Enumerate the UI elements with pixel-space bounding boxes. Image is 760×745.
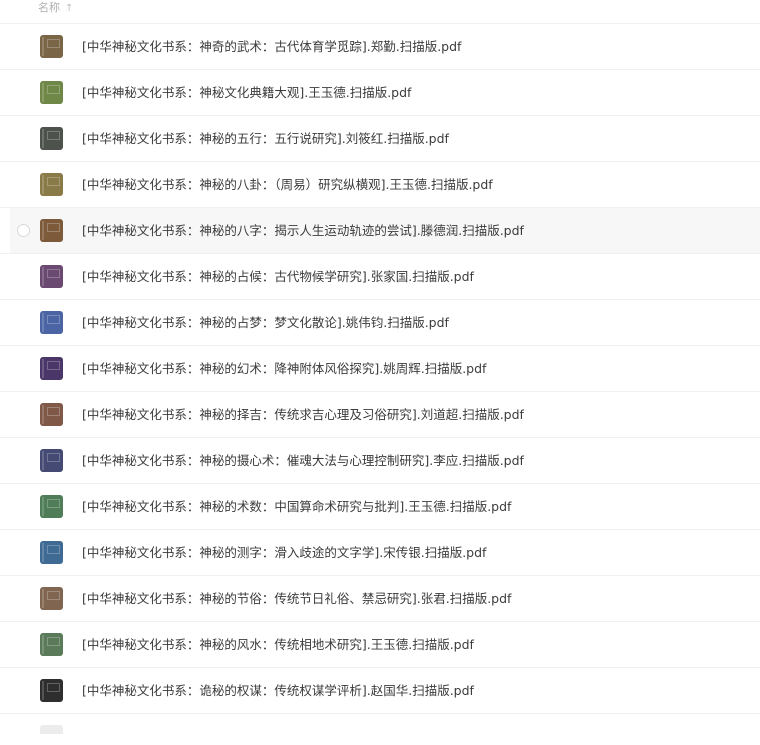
file-name[interactable]: [中华神秘文化书系：神秘的占梦：梦文化散论].姚伟钧.扫描版.pdf: [82, 315, 449, 331]
file-thumbnail-icon: [40, 725, 63, 734]
book-cover-thumbnail-icon: [40, 541, 63, 564]
file-row[interactable]: [中华神秘文化书系：神秘的八卦：（周易）研究纵横观].王玉德.扫描版.pdf: [0, 162, 760, 208]
file-row[interactable]: [中华神秘文化书系：神秘的术数：中国算命术研究与批判].王玉德.扫描版.pdf: [0, 484, 760, 530]
file-name[interactable]: [中华神秘文化书系：神奇的武术：古代体育学觅踪].郑勤.扫描版.pdf: [82, 39, 461, 55]
file-name[interactable]: [中华神秘文化书系：神秘的择吉：传统求吉心理及习俗研究].刘道超.扫描版.pdf: [82, 407, 524, 423]
file-name[interactable]: [中华神秘文化书系：诡秘的权谋：传统权谋学评析].赵国华.扫描版.pdf: [82, 683, 474, 699]
book-cover-thumbnail-icon: [40, 219, 63, 242]
book-cover-thumbnail-icon: [40, 265, 63, 288]
file-row[interactable]: [中华神秘文化书系：神秘的节俗：传统节日礼俗、禁忌研究].张君.扫描版.pdf: [0, 576, 760, 622]
file-name[interactable]: [中华神秘文化书系：神秘的风水：传统相地术研究].王玉德.扫描版.pdf: [82, 637, 474, 653]
file-row-partial[interactable]: [0, 714, 760, 734]
book-cover-thumbnail-icon: [40, 127, 63, 150]
book-cover-thumbnail-icon: [40, 403, 63, 426]
book-cover-thumbnail-icon: [40, 311, 63, 334]
book-cover-thumbnail-icon: [40, 679, 63, 702]
file-name[interactable]: [中华神秘文化书系：神秘文化典籍大观].王玉德.扫描版.pdf: [82, 85, 411, 101]
file-row[interactable]: [中华神秘文化书系：神秘的测字：滑入歧途的文字学].宋传银.扫描版.pdf: [0, 530, 760, 576]
select-checkbox[interactable]: [17, 224, 30, 237]
file-row[interactable]: [中华神秘文化书系：神秘的择吉：传统求吉心理及习俗研究].刘道超.扫描版.pdf: [0, 392, 760, 438]
file-name[interactable]: [中华神秘文化书系：神秘的术数：中国算命术研究与批判].王玉德.扫描版.pdf: [82, 499, 511, 515]
book-cover-thumbnail-icon: [40, 35, 63, 58]
file-row[interactable]: [中华神秘文化书系：神秘的八字：揭示人生运动轨迹的尝试].滕德润.扫描版.pdf: [0, 208, 760, 254]
file-row[interactable]: [中华神秘文化书系：神秘的五行：五行说研究].刘筱红.扫描版.pdf: [0, 116, 760, 162]
file-name[interactable]: [中华神秘文化书系：神秘的测字：滑入歧途的文字学].宋传银.扫描版.pdf: [82, 545, 486, 561]
file-row[interactable]: [中华神秘文化书系：诡秘的权谋：传统权谋学评析].赵国华.扫描版.pdf: [0, 668, 760, 714]
book-cover-thumbnail-icon: [40, 633, 63, 656]
book-cover-thumbnail-icon: [40, 587, 63, 610]
file-row[interactable]: [中华神秘文化书系：神秘的占候：古代物候学研究].张家国.扫描版.pdf: [0, 254, 760, 300]
file-row[interactable]: [中华神秘文化书系：神秘的占梦：梦文化散论].姚伟钧.扫描版.pdf: [0, 300, 760, 346]
book-cover-thumbnail-icon: [40, 449, 63, 472]
file-list: [中华神秘文化书系：神奇的武术：古代体育学觅踪].郑勤.扫描版.pdf [中华神秘…: [0, 24, 760, 734]
book-cover-thumbnail-icon: [40, 495, 63, 518]
book-cover-thumbnail-icon: [40, 81, 63, 104]
sort-ascending-icon: ↑: [65, 3, 74, 14]
file-name[interactable]: [中华神秘文化书系：神秘的五行：五行说研究].刘筱红.扫描版.pdf: [82, 131, 449, 147]
file-row[interactable]: [中华神秘文化书系：神秘的风水：传统相地术研究].王玉德.扫描版.pdf: [0, 622, 760, 668]
name-column-label: 名称: [38, 1, 60, 14]
file-name[interactable]: [中华神秘文化书系：神秘的占候：古代物候学研究].张家国.扫描版.pdf: [82, 269, 474, 285]
file-name[interactable]: [中华神秘文化书系：神秘的摄心术：催魂大法与心理控制研究].李应.扫描版.pdf: [82, 453, 524, 469]
column-header: 名称 ↑: [0, 0, 760, 24]
file-name[interactable]: [中华神秘文化书系：神秘的八卦：（周易）研究纵横观].王玉德.扫描版.pdf: [82, 177, 493, 193]
book-cover-thumbnail-icon: [40, 357, 63, 380]
book-cover-thumbnail-icon: [40, 173, 63, 196]
file-row[interactable]: [中华神秘文化书系：神奇的武术：古代体育学觅踪].郑勤.扫描版.pdf: [0, 24, 760, 70]
file-row[interactable]: [中华神秘文化书系：神秘的幻术：降神附体风俗探究].姚周辉.扫描版.pdf: [0, 346, 760, 392]
file-row[interactable]: [中华神秘文化书系：神秘的摄心术：催魂大法与心理控制研究].李应.扫描版.pdf: [0, 438, 760, 484]
file-name[interactable]: [中华神秘文化书系：神秘的八字：揭示人生运动轨迹的尝试].滕德润.扫描版.pdf: [82, 223, 524, 239]
file-row[interactable]: [中华神秘文化书系：神秘文化典籍大观].王玉德.扫描版.pdf: [0, 70, 760, 116]
file-name[interactable]: [中华神秘文化书系：神秘的节俗：传统节日礼俗、禁忌研究].张君.扫描版.pdf: [82, 591, 511, 607]
sort-by-name-header[interactable]: 名称 ↑: [38, 1, 73, 16]
file-name[interactable]: [中华神秘文化书系：神秘的幻术：降神附体风俗探究].姚周辉.扫描版.pdf: [82, 361, 486, 377]
